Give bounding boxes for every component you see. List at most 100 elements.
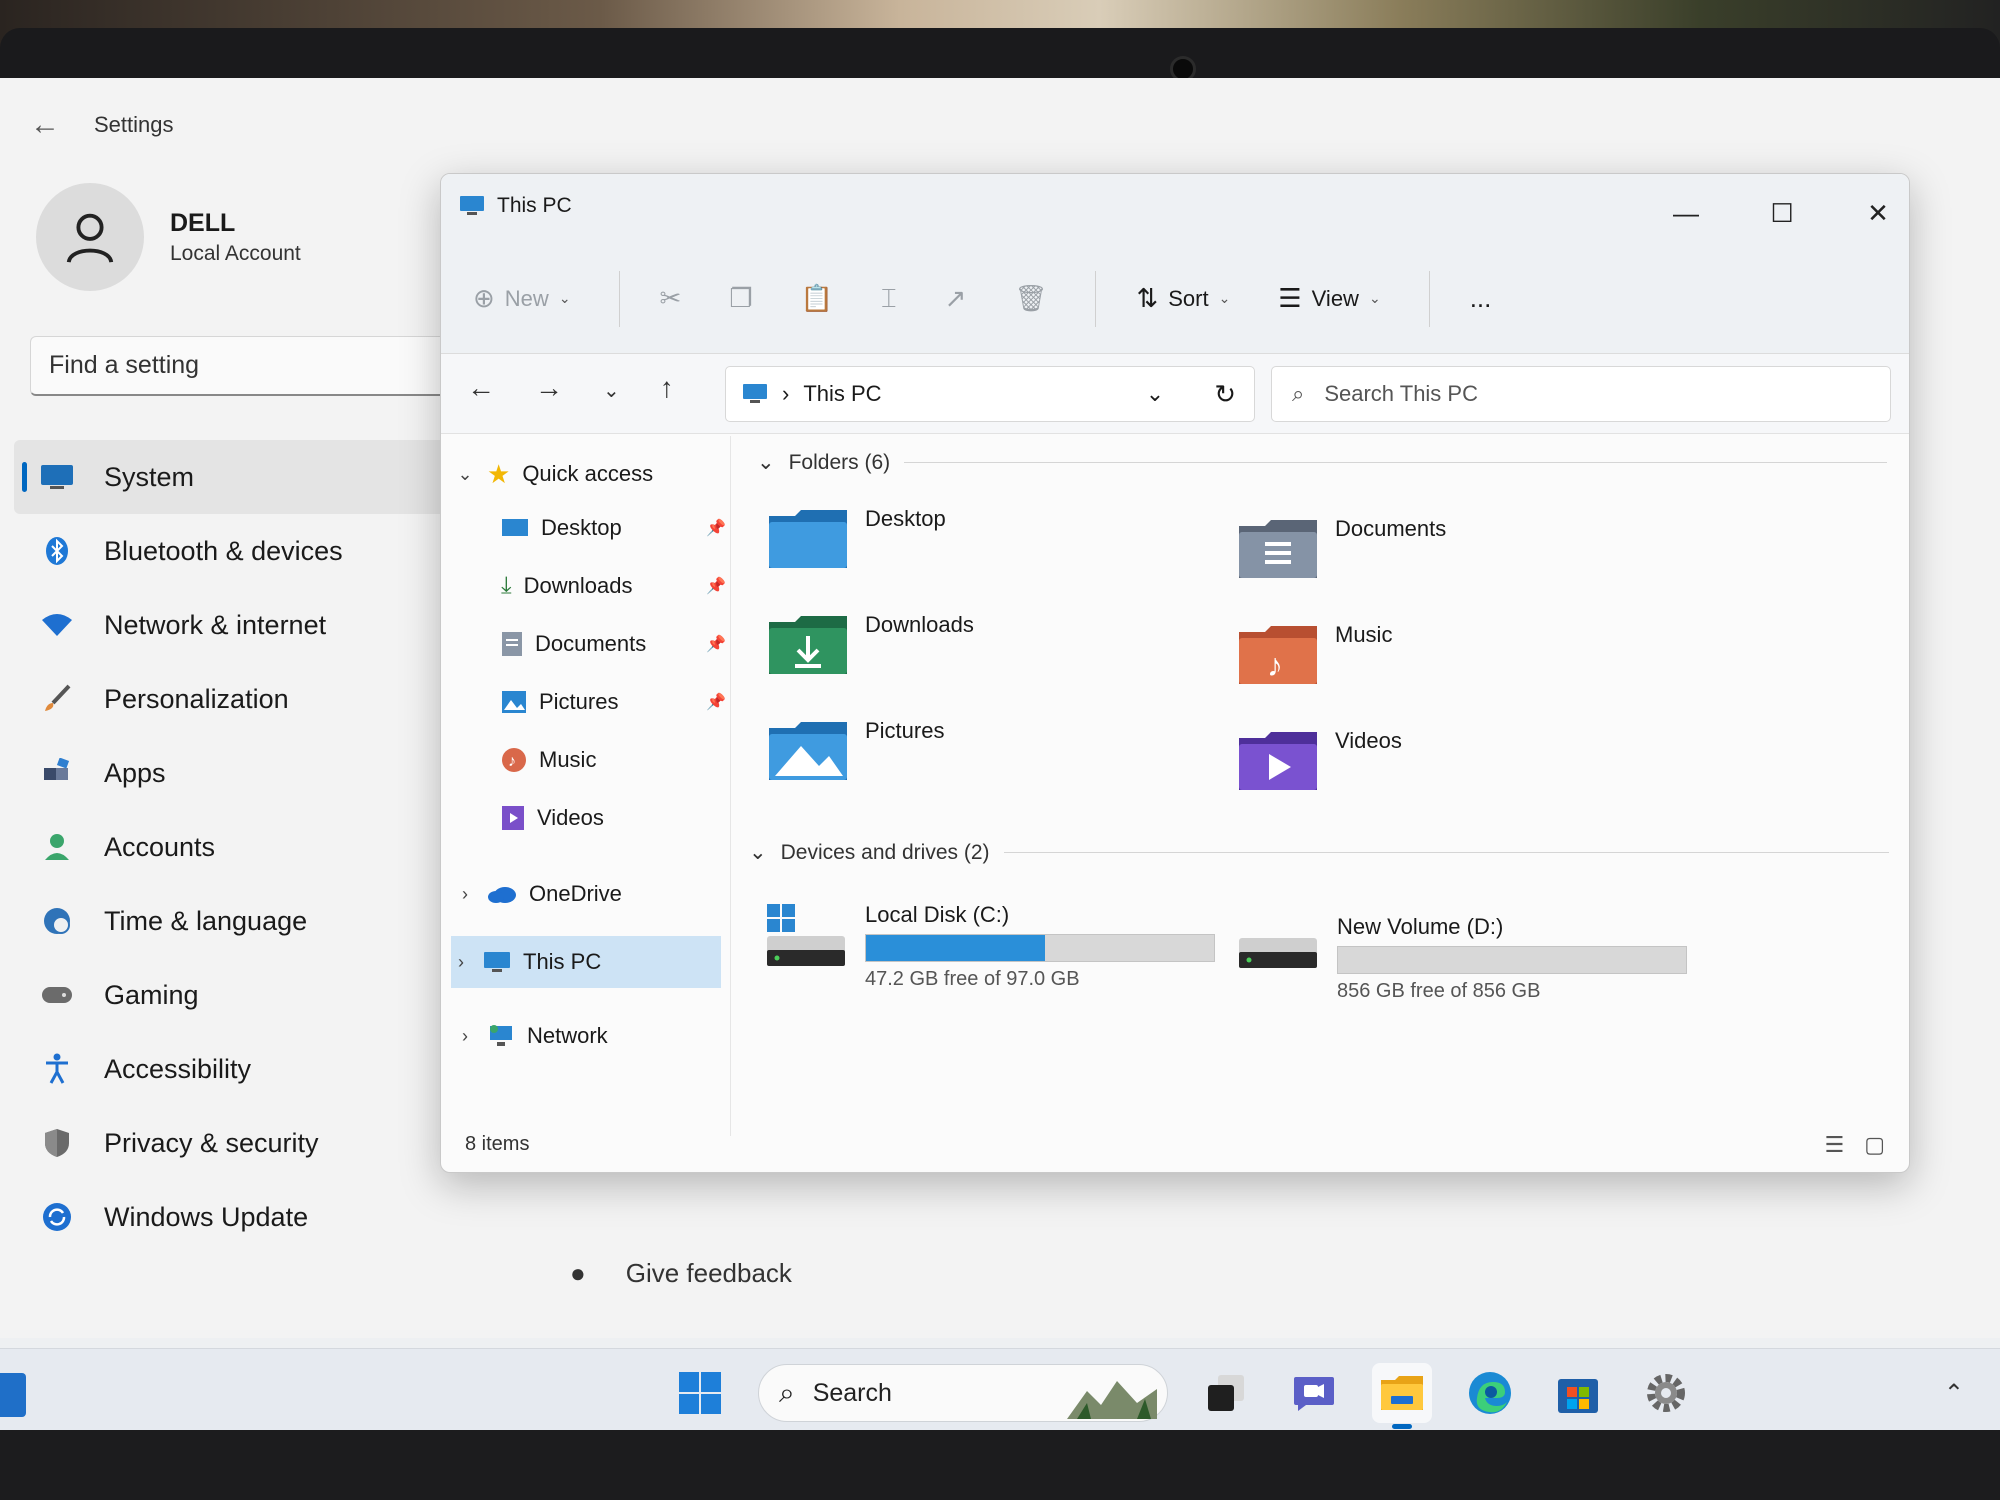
folder-tile-desktop[interactable]: Desktop [767, 506, 946, 572]
explorer-titlebar: This PC — ☐ ✕ [441, 174, 1909, 244]
refresh-icon[interactable]: ↻ [1214, 379, 1236, 410]
taskbar-search[interactable]: ⌕ Search [758, 1364, 1168, 1422]
more-options-button[interactable]: ... [1470, 283, 1492, 314]
delete-button[interactable]: 🗑 [1014, 283, 1047, 314]
nav-item-gaming[interactable]: Gaming [14, 958, 474, 1032]
tree-item-pictures[interactable]: Pictures 📌 [501, 676, 741, 728]
this-pc-icon [460, 196, 484, 215]
folder-tile-videos[interactable]: Videos [1237, 728, 1402, 794]
folders-group-header[interactable]: ⌄ Folders (6) [757, 450, 1887, 475]
chevron-down-icon: ⌄ [757, 451, 775, 474]
tree-item-music[interactable]: ♪ Music [501, 734, 596, 786]
settings-titlebar: ← Settings [30, 108, 174, 142]
task-view-button[interactable] [1196, 1363, 1256, 1423]
close-icon[interactable]: ✕ [1865, 198, 1891, 229]
chevron-down-icon: ⌄ [749, 841, 767, 864]
music-icon: ♪ [502, 748, 526, 772]
cut-button[interactable]: ✂ [660, 283, 682, 314]
divider [904, 462, 1887, 463]
view-button[interactable]: ☰ View ⌄ [1278, 283, 1380, 314]
start-button[interactable] [670, 1363, 730, 1423]
new-button[interactable]: ⊕ New ⌄ [473, 283, 571, 314]
tree-item-downloads[interactable]: ⤓ Downloads 📌 [501, 560, 741, 612]
chevron-right-icon[interactable]: › [455, 1026, 475, 1047]
drive-tile-c[interactable]: Local Disk (C:) 47.2 GB free of 97.0 GB [765, 902, 1215, 991]
chevron-right-icon[interactable]: › [455, 884, 475, 905]
up-arrow-icon[interactable]: ↑ [660, 372, 674, 404]
sort-button[interactable]: ⇅ Sort ⌄ [1136, 283, 1230, 314]
pin-icon[interactable]: 📌 [706, 576, 726, 596]
folder-tile-music[interactable]: ♪ Music [1237, 622, 1392, 688]
nav-item-system[interactable]: System [14, 440, 474, 514]
give-feedback-link[interactable]: ● Give feedback [570, 1258, 792, 1289]
maximize-icon[interactable]: ☐ [1769, 198, 1795, 229]
back-arrow-icon[interactable]: ← [467, 372, 495, 404]
find-setting-input[interactable]: Find a setting [30, 336, 470, 396]
forward-arrow-icon[interactable]: → [535, 372, 563, 404]
chevron-right-icon[interactable]: › [451, 952, 471, 973]
copy-button[interactable]: ❐ [729, 283, 752, 314]
scissors-icon: ✂ [659, 283, 682, 313]
nav-label: Accessibility [104, 1053, 252, 1084]
tree-item-onedrive[interactable]: › OneDrive [455, 868, 622, 920]
paste-button[interactable]: 📋 [801, 283, 833, 314]
edge-button[interactable] [1460, 1363, 1520, 1423]
store-button[interactable] [1548, 1363, 1608, 1423]
this-pc-icon [484, 952, 510, 972]
address-bar-row: ← → ⌄ ↑ › This PC ⌄ ↻ ⌕ Search This PC [441, 354, 1909, 434]
tree-item-documents[interactable]: Documents 📌 [501, 618, 741, 670]
trash-icon: 🗑 [1014, 283, 1048, 313]
rename-button[interactable]: ⌶ [881, 283, 897, 315]
nav-item-windows-update[interactable]: Windows Update [14, 1180, 474, 1254]
nav-label: Apps [104, 757, 166, 788]
drive-tile-d[interactable]: New Volume (D:) 856 GB free of 856 GB [1237, 914, 1687, 1003]
pin-icon[interactable]: 📌 [706, 518, 726, 538]
nav-item-time-language[interactable]: Time & language [14, 884, 474, 958]
pin-icon[interactable]: 📌 [706, 692, 726, 712]
details-view-icon[interactable]: ☰ [1824, 1132, 1844, 1158]
chevron-up-icon[interactable]: ⌃ [1944, 1379, 1964, 1408]
tree-item-desktop[interactable]: Desktop 📌 [501, 502, 741, 554]
folder-tile-pictures[interactable]: Pictures [767, 718, 944, 784]
content-pane: ⌄ Folders (6) Desktop Documents Download… [737, 436, 1907, 1136]
folder-tile-documents[interactable]: Documents [1237, 516, 1446, 582]
teams-chat-button[interactable] [1284, 1363, 1344, 1423]
nav-item-apps[interactable]: Apps [14, 736, 474, 810]
minimize-icon[interactable]: — [1673, 198, 1699, 229]
nav-item-bluetooth[interactable]: Bluetooth & devices [14, 514, 474, 588]
nav-item-privacy-security[interactable]: Privacy & security [14, 1106, 474, 1180]
nav-item-accessibility[interactable]: Accessibility [14, 1032, 474, 1106]
pin-icon[interactable]: 📌 [706, 634, 726, 654]
address-dropdown-icon[interactable]: ⌄ [1146, 381, 1164, 407]
recent-chevron-icon[interactable]: ⌄ [603, 372, 620, 404]
tree-item-this-pc[interactable]: › This PC [451, 936, 721, 988]
chevron-down-icon[interactable]: ⌄ [455, 464, 475, 485]
breadcrumb[interactable]: This PC [803, 381, 881, 407]
view-toggles: ☰ ▢ [1824, 1132, 1885, 1158]
drives-group-header[interactable]: ⌄ Devices and drives (2) [749, 840, 1889, 865]
nav-item-accounts[interactable]: Accounts [14, 810, 474, 884]
accessibility-icon [40, 1052, 74, 1086]
bluetooth-icon [40, 534, 74, 568]
profile-card[interactable]: DELL Local Account [36, 183, 301, 291]
settings-taskbar-button[interactable] [1636, 1363, 1696, 1423]
explorer-title: This PC [459, 194, 572, 218]
search-input[interactable]: ⌕ Search This PC [1271, 366, 1891, 422]
address-field[interactable]: › This PC ⌄ ↻ [725, 366, 1255, 422]
feedback-label: Give feedback [625, 1258, 792, 1288]
file-explorer-taskbar-button[interactable] [1372, 1363, 1432, 1429]
back-arrow-icon[interactable]: ← [30, 108, 60, 142]
tree-item-quick-access[interactable]: ⌄ ★ Quick access [455, 448, 653, 500]
nav-item-network[interactable]: Network & internet [14, 588, 474, 662]
tiles-view-icon[interactable]: ▢ [1864, 1132, 1885, 1158]
share-button[interactable]: ↗ [945, 283, 967, 314]
nav-label: Network & internet [104, 609, 327, 640]
person-icon [40, 830, 74, 864]
nav-item-personalization[interactable]: Personalization [14, 662, 474, 736]
folder-tile-downloads[interactable]: Downloads [767, 612, 974, 678]
tree-item-network[interactable]: › Network [455, 1010, 608, 1062]
tree-item-videos[interactable]: Videos [501, 792, 604, 844]
widgets-icon[interactable] [0, 1373, 26, 1417]
person-icon [66, 213, 114, 263]
gear-icon [1647, 1374, 1685, 1412]
